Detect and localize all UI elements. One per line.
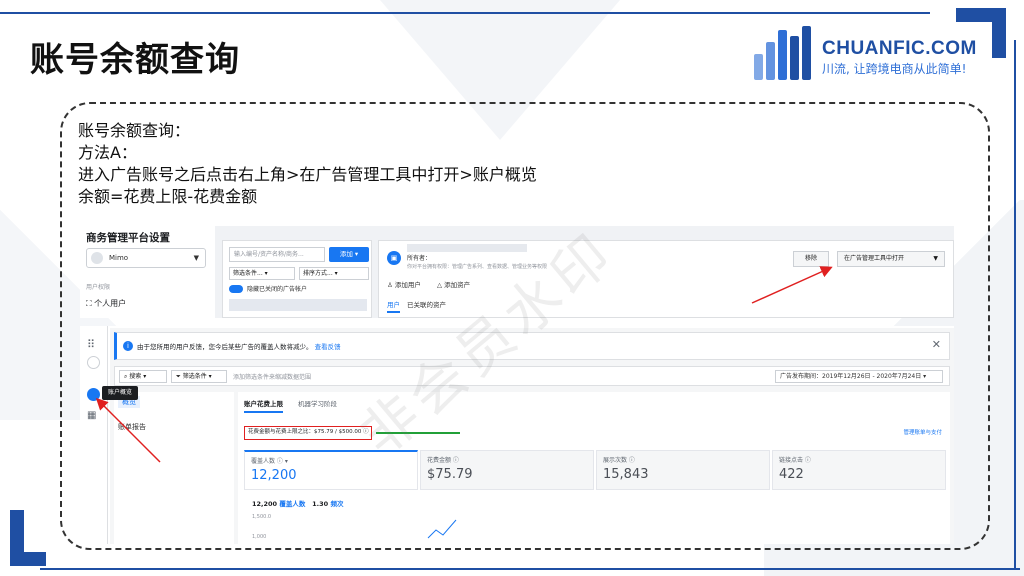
loading-ring-icon xyxy=(87,356,100,369)
description-line: 余额=花费上限-花费金额 xyxy=(78,187,258,206)
hide-closed-toggle[interactable] xyxy=(229,285,243,293)
frame-line-bottom xyxy=(40,568,1020,570)
metric-card-link-clicks[interactable]: 链接点击 ⓘ 422 xyxy=(772,450,946,490)
chart-legend: 12,200 覆盖人数 1.30 频次 xyxy=(252,500,344,508)
y-tick-label: 1,500.0 xyxy=(252,514,272,520)
view-feedback-link[interactable]: 查看反馈 xyxy=(315,343,341,351)
description-line: 进入广告账号之后点击右上角>在广告管理工具中打开>账户概览 xyxy=(78,165,537,184)
date-range-picker[interactable]: 广告发布期间：2019年12月26日 - 2020年7月24日 ▾ xyxy=(775,370,943,383)
search-icon: ⌕ xyxy=(124,373,128,380)
business-account-select[interactable]: Mimo ▼ xyxy=(86,248,206,268)
description-line: 账号余额查询： xyxy=(78,121,191,140)
frame-line-top xyxy=(0,12,930,14)
logo-slogan: 川流, 让跨境电商从此简单! xyxy=(822,62,967,76)
user-plus-icon: ♙ xyxy=(387,281,393,289)
add-asset-button[interactable]: △ 添加资产 xyxy=(437,279,470,289)
asset-icon: △ xyxy=(437,281,442,289)
metrics-row: 覆盖人数 ⓘ ▾ 12,200 花费金额 ⓘ $75.79 展示次数 ⓘ 15,… xyxy=(244,450,946,490)
filter-button[interactable]: ⏷ 筛选条件 ▾ xyxy=(171,370,227,383)
close-icon[interactable]: ✕ xyxy=(932,338,941,351)
filter-input[interactable]: 添加筛选条件来缩减数据范围 xyxy=(233,372,311,381)
people-icon: ⛶ xyxy=(86,299,92,308)
avatar xyxy=(91,252,103,264)
ads-manager-main: i 由于您所用的用户反馈，您今后某些广告的覆盖人数将减少。 查看反馈 ✕ ⌕ 搜… xyxy=(110,328,954,544)
business-account-name: Mimo xyxy=(109,254,129,262)
reach-chart xyxy=(427,519,457,539)
toggle-label: 隐藏已关闭的广告帐户 xyxy=(247,286,308,293)
app-rail: ⠿ ▦ xyxy=(80,326,108,544)
list-item[interactable] xyxy=(229,299,367,311)
brand-logo: CHUANFIC.COM 川流, 让跨境电商从此简单! xyxy=(752,24,982,84)
metric-value: 422 xyxy=(779,467,804,482)
toolbar: ⌕ 搜索 ▾ ⏷ 筛选条件 ▾ 添加筛选条件来缩减数据范围 广告发布期间：201… xyxy=(114,366,950,386)
chevron-down-icon: ▼ xyxy=(193,254,199,262)
account-overview-icon[interactable] xyxy=(87,388,100,401)
sidebar-item-people[interactable]: ⛶ 个人用户 xyxy=(86,298,126,309)
y-tick-label: 1,000 xyxy=(252,534,267,540)
info-icon: i xyxy=(123,341,133,351)
tab-linked-assets[interactable]: 已关联的资产 xyxy=(407,299,446,309)
metric-value: 12,200 xyxy=(251,468,297,483)
ad-account-icon: ▣ xyxy=(387,251,401,265)
tab-users[interactable]: 用户 xyxy=(387,299,400,313)
asset-search-input[interactable]: 输入编号/资产名称/商务... xyxy=(229,247,325,262)
metric-card-impressions[interactable]: 展示次数 ⓘ 15,843 xyxy=(596,450,770,490)
sidebar-item-label: 个人用户 xyxy=(94,299,127,308)
manage-billing-link[interactable]: 管理账单与支付 xyxy=(903,428,942,436)
slide: 账号余额查询 CHUANFIC.COM 川流, 让跨境电商从此简单! 账号余额查… xyxy=(0,0,1024,576)
settings-sidebar: 商务管理平台设置 Mimo ▼ 用户权限 ⛶ 个人用户 xyxy=(80,226,215,318)
sort-dropdown[interactable]: 排序方式... ▾ xyxy=(299,267,369,280)
corner-decoration-bottom-left xyxy=(10,510,46,566)
spend-ratio: 花费金额与花费上限之比：$75.79 / $500.00 ⓘ xyxy=(244,426,372,440)
notice-text: 由于您所用的用户反馈，您今后某些广告的覆盖人数将减少。 查看反馈 xyxy=(137,343,341,351)
table-icon[interactable]: ▦ xyxy=(87,410,96,421)
slide-title: 账号余额查询 xyxy=(30,40,240,80)
nav-item-billing-report[interactable]: 账单报告 xyxy=(118,422,146,432)
metric-value: $75.79 xyxy=(427,467,473,482)
redacted-account-name xyxy=(407,244,527,252)
remove-button[interactable]: 移除 xyxy=(793,251,829,267)
logo-name: CHUANFIC.COM xyxy=(822,38,977,59)
metric-card-spend[interactable]: 花费金额 ⓘ $75.79 xyxy=(420,450,594,490)
description-line: 方法A： xyxy=(78,143,137,162)
reach-series-line xyxy=(427,519,457,539)
add-button[interactable]: 添加 ▾ xyxy=(329,247,369,262)
filter-dropdown[interactable]: 筛选条件... ▾ xyxy=(229,267,295,280)
settings-title: 商务管理平台设置 xyxy=(86,232,170,244)
tab-learning-phase[interactable]: 机器学习阶段 xyxy=(298,398,337,408)
description: 账号余额查询： 方法A： 进入广告账号之后点击右上角>在广告管理工具中打开>账户… xyxy=(78,120,537,208)
ad-accounts-list: 输入编号/资产名称/商务... 添加 ▾ 筛选条件... ▾ 排序方式... ▾… xyxy=(222,240,372,318)
logo-mark-icon xyxy=(752,24,816,84)
section-label: 用户权限 xyxy=(86,284,111,291)
owner-label: 所有者： xyxy=(407,255,432,262)
filter-icon: ⏷ xyxy=(176,373,181,380)
open-in-ads-manager-button[interactable]: 在广告管理工具中打开 ▼ xyxy=(837,251,945,267)
account-overview-tooltip: 账户概览 xyxy=(102,386,138,400)
overview-nav: 概览 账单报告 xyxy=(114,392,234,544)
search-button[interactable]: ⌕ 搜索 ▾ xyxy=(119,370,167,383)
apps-grid-icon[interactable]: ⠿ xyxy=(87,338,95,351)
chevron-down-icon: ▼ xyxy=(933,255,938,262)
metric-value: 15,843 xyxy=(603,467,649,482)
tab-spend-limit[interactable]: 账户花费上限 xyxy=(244,398,283,413)
add-user-button[interactable]: ♙ 添加用户 xyxy=(387,279,421,289)
frame-line-right xyxy=(1014,40,1016,570)
